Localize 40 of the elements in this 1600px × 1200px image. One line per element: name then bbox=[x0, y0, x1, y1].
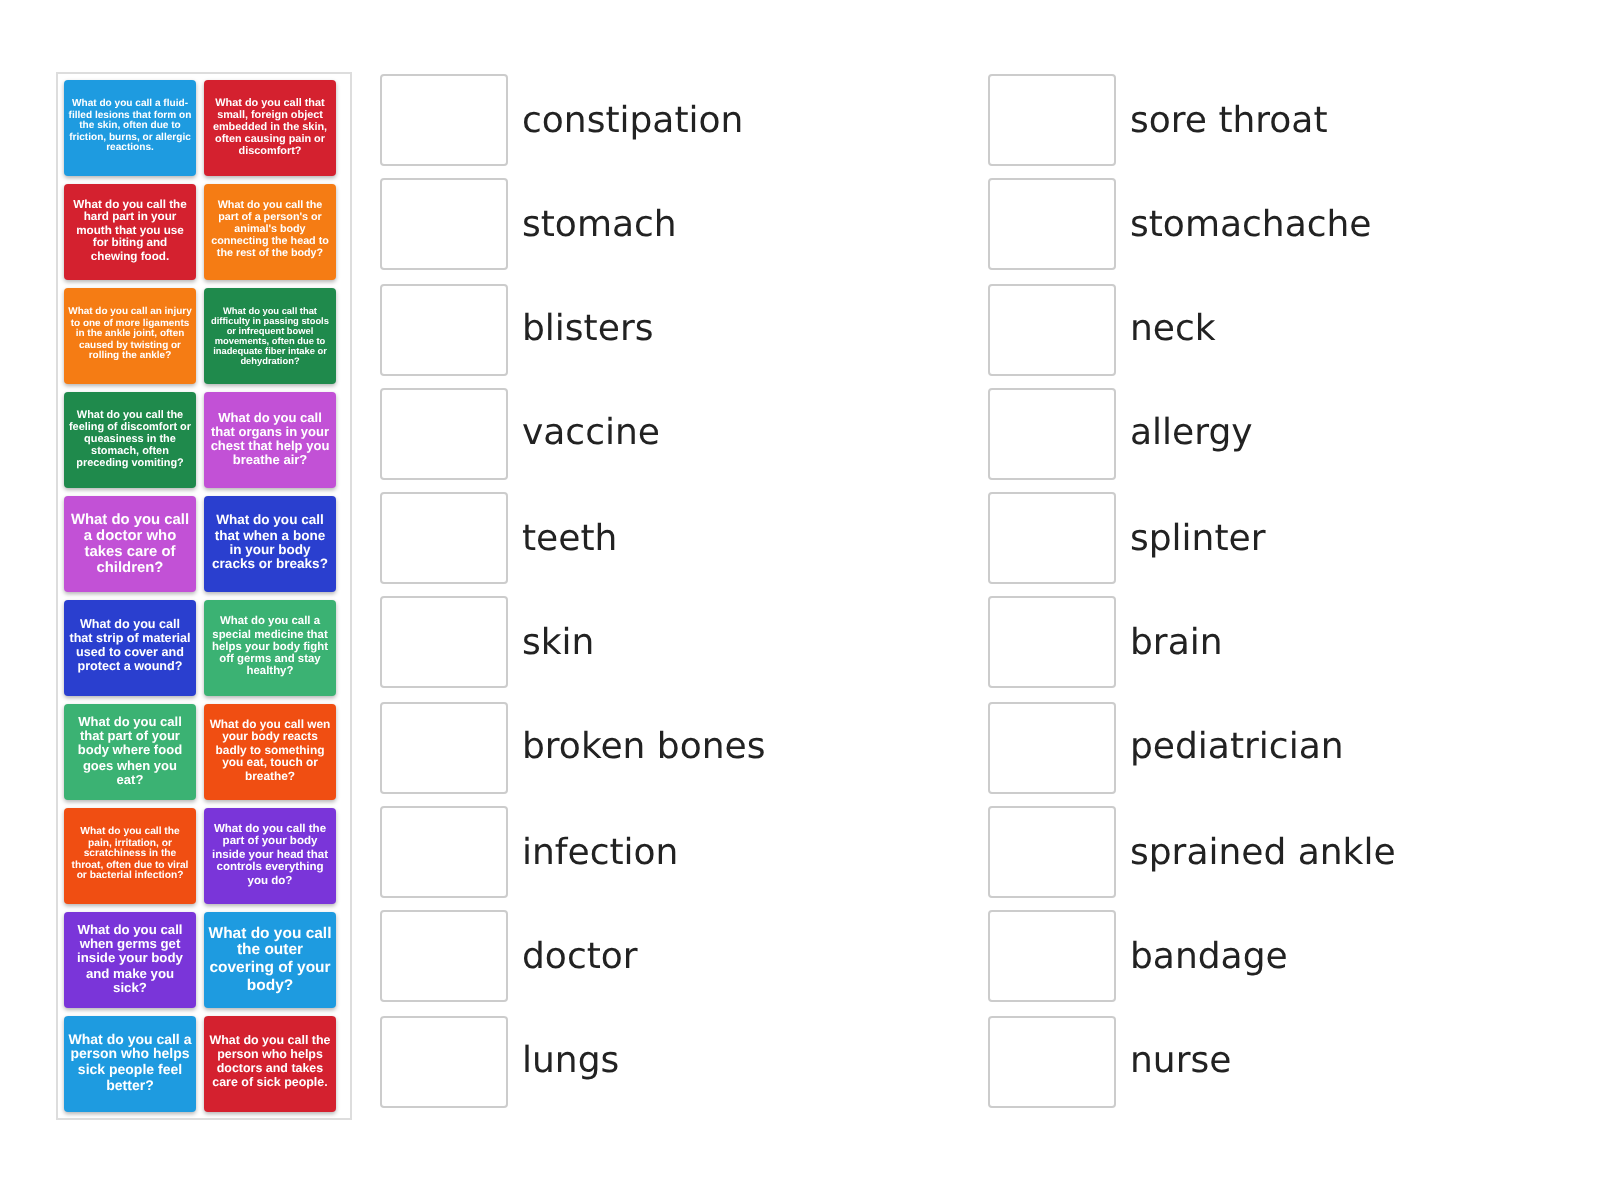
drop-slot[interactable] bbox=[988, 492, 1116, 585]
drop-slot[interactable] bbox=[380, 178, 508, 271]
drop-slot[interactable] bbox=[988, 596, 1116, 689]
drop-slot[interactable] bbox=[380, 492, 508, 585]
answer-label: splinter bbox=[1130, 517, 1268, 560]
answer-label: doctor bbox=[522, 935, 640, 978]
answer-label: allergy bbox=[1130, 412, 1255, 455]
drop-slot[interactable] bbox=[380, 387, 508, 480]
drop-slot[interactable] bbox=[988, 701, 1116, 794]
answer-label: sprained ankle bbox=[1130, 831, 1398, 874]
answer-label: stomachache bbox=[1130, 203, 1374, 246]
drop-slot[interactable] bbox=[380, 74, 508, 166]
drop-slot[interactable] bbox=[380, 1015, 508, 1108]
answer-label: neck bbox=[1130, 308, 1218, 351]
drop-slot[interactable] bbox=[380, 596, 508, 689]
answer-label: lungs bbox=[522, 1040, 622, 1083]
answer-label: skin bbox=[522, 621, 597, 664]
answer-label: sore throat bbox=[1130, 99, 1330, 141]
answer-label: nurse bbox=[1130, 1040, 1234, 1083]
drop-slot[interactable] bbox=[988, 74, 1116, 166]
drop-slot[interactable] bbox=[380, 701, 508, 794]
answer-label: infection bbox=[522, 831, 681, 874]
drop-slot[interactable] bbox=[988, 806, 1116, 899]
answer-label: constipation bbox=[522, 99, 746, 141]
drop-slot[interactable] bbox=[988, 283, 1116, 376]
answer-label: vaccine bbox=[522, 412, 662, 455]
drop-slot[interactable] bbox=[988, 1015, 1116, 1108]
drop-slot[interactable] bbox=[988, 910, 1116, 1003]
answer-label: teeth bbox=[522, 517, 620, 560]
drop-slot[interactable] bbox=[380, 910, 508, 1003]
answer-label: brain bbox=[1130, 621, 1225, 664]
answer-label: blisters bbox=[522, 308, 656, 351]
answer-label: pediatrician bbox=[1130, 726, 1346, 769]
drop-slot[interactable] bbox=[380, 806, 508, 899]
answer-label: broken bones bbox=[522, 726, 768, 769]
drop-slot[interactable] bbox=[988, 387, 1116, 480]
drop-slot[interactable] bbox=[988, 178, 1116, 271]
answer-label: bandage bbox=[1130, 935, 1290, 978]
answer-label: stomach bbox=[522, 203, 679, 246]
drop-slot[interactable] bbox=[380, 283, 508, 376]
